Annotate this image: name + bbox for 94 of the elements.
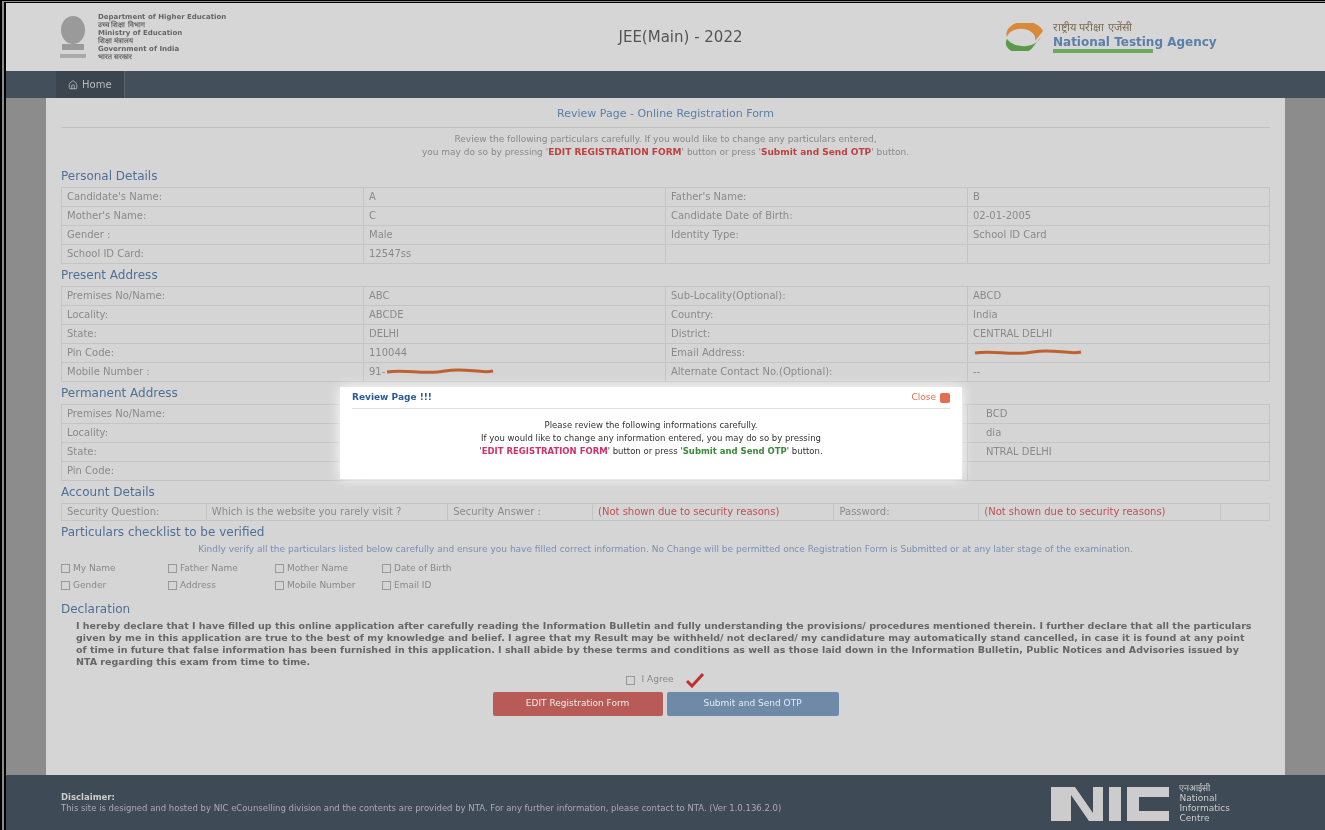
checkbox-label: Father Name [180,562,238,575]
table-cell: C [369,210,376,221]
agency-hindi-name: राष्ट्रीय परीक्षा एजेंसी [1053,21,1133,35]
dialog-title: Review Page !!! [352,391,432,404]
table-cell: Country: [671,309,714,320]
table-cell: Candidate's Name: [67,191,163,202]
checklist-note: Kindly verify all the particulars listed below carefully and ensure you have filled correct information. No Change will be permitted once Registration Form is Submitted or at any later stage of the examination. [197,542,1134,556]
disclaimer-title: Disclaimer: [61,791,116,803]
table-cell: ABCD [973,290,1002,301]
table-cell: India [973,309,998,320]
section-title: Account Details [61,483,156,501]
table-cell: NTRAL DELHI [986,446,1052,457]
nic-hindi-name: एनआईसी [1179,782,1211,793]
checkbox[interactable] [382,580,391,590]
nic-name: Informatics [1179,802,1230,813]
nic-name: National [1179,792,1218,803]
table-cell: dia [986,427,1002,438]
intro-text: Review the following particulars carefully. If you would like to change any particulars entered, [454,132,877,146]
checkbox-label: Address [180,578,216,592]
table-cell: BCD [986,408,1008,419]
table-cell: DELHI [369,328,400,339]
table-cell: A [369,191,376,202]
disclaimer-text: This site is designed and hosted by NIC eCounselling division and the contents are provided by NTA. For any further information, please contact to NTA. (Ver 1.0.136.2.0) [61,802,783,814]
table-cell: Alternate Contact No.(Optional): [671,366,833,377]
checkbox-label: Email ID [394,578,432,592]
table-cell: ABC [369,290,390,301]
section-title: Present Address [61,266,158,284]
section-title: Particulars checklist to be verified [61,523,266,541]
nic-name: Centre [1179,812,1211,823]
table-cell: State: [67,446,97,457]
table-cell: 110044 [369,347,408,358]
table-cell: Security Answer : [453,505,541,517]
close-button[interactable]: Close [911,391,950,405]
checkbox-label: My Name [73,562,116,575]
table-cell: 02-01-2005 [973,210,1032,221]
table-cell: (Not shown due to security reasons) [598,505,780,517]
edit-button[interactable]: EDIT Registration Form [492,692,663,716]
checkbox[interactable] [168,580,177,590]
table-cell: Male [369,229,393,240]
section-title: Declaration [61,601,132,618]
checkbox[interactable] [168,564,177,574]
checkbox[interactable] [61,564,70,574]
agency-name: National Testing Agency [1053,35,1217,49]
checkbox[interactable] [275,564,284,574]
table-cell: 12547ss [369,248,412,259]
checkbox-label: Mother Name [287,562,349,575]
table-cell: Premises No/Name: [67,408,165,419]
table-cell: Identity Type: [671,229,739,240]
section-title: Personal Details [61,167,158,185]
nta-logo-icon [1005,23,1045,51]
table-cell: CENTRAL DELHI [973,328,1053,339]
table-cell: Mother's Name: [67,210,147,221]
checkbox[interactable] [382,564,391,574]
table-cell: 91- [369,366,386,377]
table-cell: B [973,191,980,202]
submit-button[interactable]: Submit and Send OTP [666,692,839,716]
dialog-text: Please review the following informations carefully. [544,418,758,432]
checkbox[interactable] [61,580,70,590]
table-cell: Candidate Date of Birth: [671,210,793,221]
dialog-text: 'EDIT REGISTRATION FORM' button or press 'Submit and Send OTP' button. [479,444,823,458]
declaration-text: I hereby declare that I have filled up this online application after carefully reading the Information Bulletin and fully understanding the provisions/ procedures mentioned therein. I further declare that all the particulars given by me in this application are true to the best of my knowledge and belief. I agree that my Result may be withheld/ not declared/ my candidature may automatically stand cancelled, in case it is found at any point of time in future that false information has been furnished in this application. I shall abide by these terms and conditions as well as those laid down in the Information Bulletin, Public Notices and Advisories issued by NTA regarding this exam from time to time. [75,620,1253,668]
checkbox-label: Date of Birth [394,562,452,575]
table-cell: Premises No/Name: [67,290,165,301]
table-cell: Password: [839,505,890,517]
nav-link[interactable]: Home [56,71,125,98]
table-cell: Locality: [67,427,109,438]
checkbox[interactable] [625,675,635,685]
table-cell: Pin Code: [67,465,115,476]
section-title: Permanent Address [61,384,178,402]
table-cell: Gender : [67,229,111,240]
checkbox-label: Mobile Number [287,578,356,592]
table-cell: -- [973,366,981,377]
table-cell: Sub-Locality(Optional): [671,290,786,301]
table-cell: School ID Card [973,229,1047,240]
checkbox[interactable] [275,580,284,590]
table-cell: Locality: [67,309,109,320]
table-cell: State: [67,328,97,339]
page-title: Review Page - Online Registration Form [61,98,1270,128]
table-cell: ABCDE [369,309,404,320]
table-cell: District: [671,328,711,339]
table-cell: Mobile Number : [67,366,150,377]
table-cell: Which is the website you rarely visit ? [211,505,402,517]
exam-title: JEE(Main) - 2022 [618,26,743,48]
home-icon [68,79,78,90]
intro-text: you may do so by pressing 'EDIT REGISTRATION FORM' button or press 'Submit and Send OTP' button. [421,146,910,159]
dialog-text: If you would like to change any information entered, you may do so by pressing [481,431,821,445]
table-cell: (Not shown due to security reasons) [984,505,1166,517]
tick-icon [685,672,706,688]
checkbox-label: Gender [73,578,107,592]
table-cell: Security Question: [67,505,160,517]
table-cell: School ID Card: [67,248,144,259]
table-cell: Pin Code: [67,347,115,358]
table-cell: Father's Name: [671,191,747,202]
table-cell: Email Address: [671,347,746,358]
